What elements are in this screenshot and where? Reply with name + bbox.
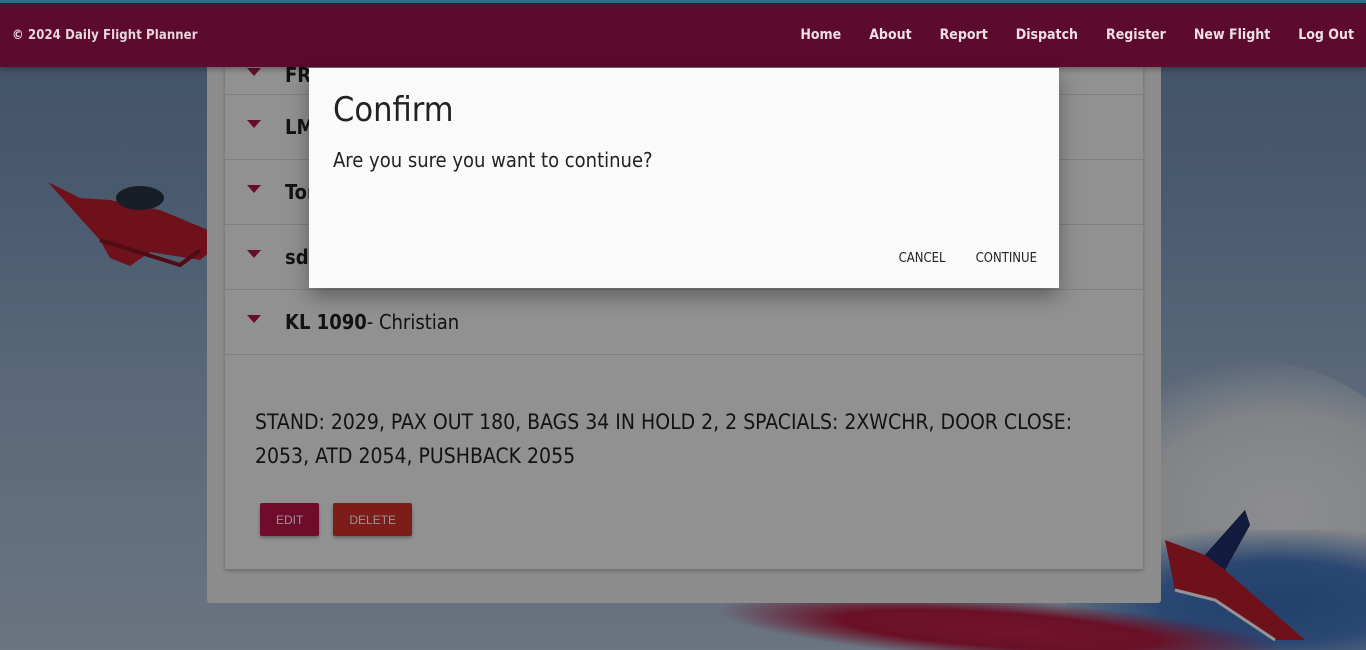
modal-message: Are you sure you want to continue? [333, 148, 653, 172]
cancel-button[interactable]: CANCEL [887, 247, 958, 270]
nav-about[interactable]: About [841, 27, 911, 43]
nav-report[interactable]: Report [912, 27, 988, 43]
nav-home[interactable]: Home [772, 27, 841, 43]
confirm-modal: Confirm Are you sure you want to continu… [309, 68, 1059, 288]
continue-button[interactable]: CONTINUE [964, 247, 1049, 270]
nav-register[interactable]: Register [1078, 27, 1166, 43]
modal-footer: CANCEL CONTINUE [887, 247, 1049, 270]
nav-links: Home About Report Dispatch Register New … [772, 27, 1354, 43]
nav-dispatch[interactable]: Dispatch [988, 27, 1078, 43]
nav-log-out[interactable]: Log Out [1270, 27, 1354, 43]
modal-title: Confirm [333, 90, 454, 130]
brand-copyright: © 2024 Daily Flight Planner [12, 27, 198, 43]
top-navbar: © 2024 Daily Flight Planner Home About R… [0, 0, 1366, 67]
nav-new-flight[interactable]: New Flight [1166, 27, 1270, 43]
